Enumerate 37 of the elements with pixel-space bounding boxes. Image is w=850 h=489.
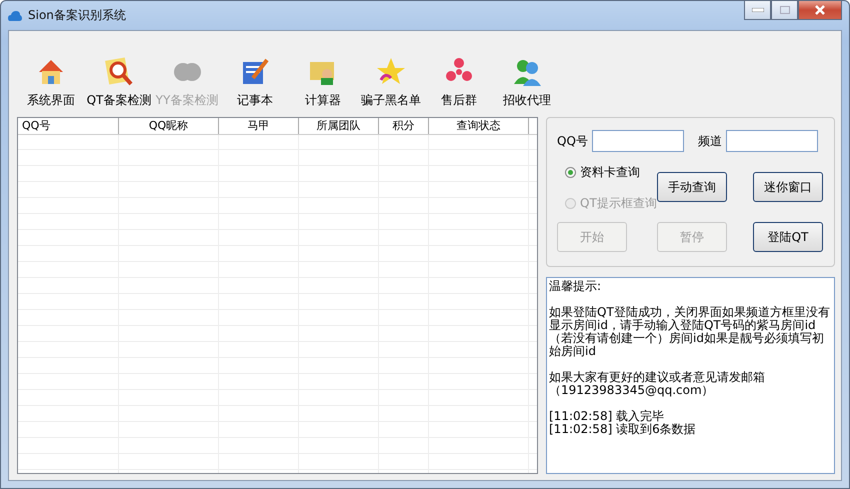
channel-input-field[interactable]	[726, 130, 818, 152]
radio-button[interactable]	[565, 167, 576, 178]
minimize-icon	[752, 8, 764, 12]
column-header[interactable]: QQ昵称	[119, 118, 219, 134]
maximize-button[interactable]	[771, 1, 798, 20]
toolbar-button[interactable]: 计算器	[289, 39, 357, 109]
toolbar-button[interactable]: 招收代理	[493, 39, 561, 109]
field-label: 频道	[698, 132, 722, 150]
window-title: Sion备案识别系统	[28, 7, 126, 24]
column-header[interactable]: 所属团队	[299, 118, 379, 134]
column-header[interactable]: QQ号	[18, 118, 119, 134]
radio-option[interactable]: 资料卡查询	[557, 164, 657, 181]
log-line: 如果大家有更好的建议或者意见请发邮箱	[549, 371, 766, 384]
search-icon	[103, 56, 135, 88]
action-button[interactable]: 手动查询	[657, 172, 727, 202]
column-header[interactable]: 查询状态	[429, 118, 529, 134]
cloud-icon	[8, 10, 22, 22]
log-line: 如果登陆QT登陆成功，关闭界面如果频道方框里没有显示房间id，请手动输入登陆QT号码的紫马房间id（若没有请创建一个）房间id如果是靓号必须填写初始房间id	[549, 306, 831, 358]
action-button[interactable]: 登陆QT	[753, 222, 823, 252]
toolbar-button[interactable]: 售后群	[425, 39, 493, 109]
field-label: QQ号	[557, 132, 588, 150]
log-line: （19123983345@qq.com）	[549, 384, 715, 397]
column-header[interactable]: 积分	[379, 118, 429, 134]
maximize-icon	[780, 6, 790, 14]
log-line: 温馨提示:	[549, 280, 602, 293]
toolbar-button[interactable]: 系统界面	[17, 39, 85, 109]
minimize-button[interactable]	[744, 1, 771, 20]
toolbar-button[interactable]: 骗子黑名单	[357, 39, 425, 109]
column-header[interactable]: 马甲	[219, 118, 299, 134]
close-button[interactable]	[798, 1, 842, 20]
close-icon	[814, 5, 826, 15]
action-button[interactable]: 迷你窗口	[753, 172, 823, 202]
log-line: [11:02:58] 读取到6条数据	[549, 423, 697, 436]
log-line: [11:02:58] 载入完毕	[549, 410, 666, 423]
toolbar-button[interactable]: 记事本	[221, 39, 289, 109]
toolbar-button[interactable]: QT备案检测	[85, 39, 153, 109]
qq-input-field[interactable]	[592, 130, 684, 152]
